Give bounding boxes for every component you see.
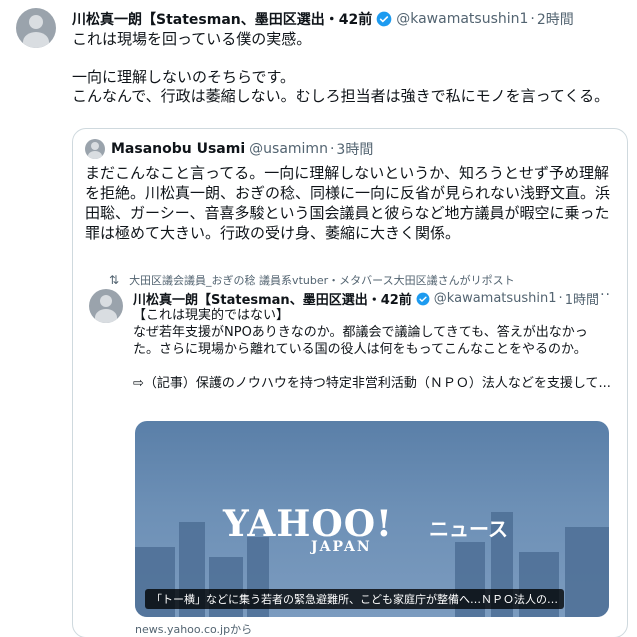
inner-author-name[interactable]: 川松真一朗【Statesman、墨田区選出・42前 [133, 289, 412, 308]
quote-avatar[interactable] [85, 139, 105, 159]
tweet[interactable]: 川松真一朗【Statesman、墨田区選出・42前 @kawamatsushin… [0, 0, 637, 637]
quote-text: まだこんなこと言ってる。一向に理解しないというか、知ろうとせず予め理解を拒絶。川… [85, 164, 611, 242]
separator-dot: · [558, 291, 563, 306]
quote-author-name[interactable]: Masanobu Usami [111, 141, 245, 157]
inner-author-handle[interactable]: @kawamatsushin1 [434, 291, 557, 306]
inner-tweet-text: 【これは現実的ではない】 なぜ若年支援がNPOありきなのか。都議会で議論してきて… [133, 308, 611, 391]
inner-tweet-header: 川松真一朗【Statesman、墨田区選出・42前 @kawamatsushin… [133, 289, 603, 308]
avatar-body [23, 32, 49, 48]
quote-header: Masanobu Usami @usamimn · 3時間 [85, 139, 373, 159]
more-options-icon[interactable]: ··· [595, 287, 611, 303]
retweet-icon: ⇅ [109, 273, 120, 287]
repost-indicator[interactable]: ⇅ 大田区議会議員_おぎの稔 議員系vtuber・メタバース大田区議さんがリポス… [109, 272, 515, 288]
avatar-body [88, 151, 102, 159]
card-skyline [565, 527, 609, 617]
author-name[interactable]: 川松真一朗【Statesman、墨田区選出・42前 [72, 9, 372, 29]
repost-label: 大田区議会議員_おぎの稔 議員系vtuber・メタバース大田区議さんがリポスト [129, 274, 515, 287]
avatar-head [100, 295, 112, 307]
verified-badge-icon [416, 292, 430, 305]
tweet-text-line-1: これは現場を回っている僕の実感。 [72, 30, 312, 48]
separator-dot: · [329, 141, 335, 157]
card-source[interactable]: news.yahoo.co.jpから [135, 621, 252, 637]
card-caption: 「トー横」などに集う若者の緊急避難所、こども家庭庁が整備へ…ＮＰＯ法人の… [145, 589, 564, 609]
yahoo-logo-japan: JAPAN [311, 539, 372, 555]
separator-dot: · [530, 11, 535, 27]
tweet-text-body: 一向に理解しないのそちらです。 こんなんで、行政は萎縮しない。むしろ担当者は強き… [72, 68, 610, 105]
tweet-header: 川松真一朗【Statesman、墨田区選出・42前 @kawamatsushin… [72, 8, 632, 30]
timestamp[interactable]: 2時間 [537, 9, 574, 29]
verified-badge-icon [376, 11, 392, 27]
avatar-head [29, 15, 43, 29]
quote-author-handle[interactable]: @usamimn [249, 141, 328, 157]
yahoo-logo-news: ニュース [429, 517, 508, 541]
quote-timestamp[interactable]: 3時間 [336, 139, 373, 159]
avatar-body [95, 309, 117, 323]
author-handle[interactable]: @kawamatsushin1 [396, 11, 528, 27]
avatar-head [91, 142, 99, 150]
inner-avatar[interactable] [89, 289, 123, 323]
avatar[interactable] [16, 8, 56, 48]
link-card[interactable]: YAHOO! JAPAN ニュース 「トー横」などに集う若者の緊急避難所、こども… [135, 421, 609, 617]
quote-tweet[interactable]: Masanobu Usami @usamimn · 3時間 まだこんなこと言って… [72, 128, 628, 637]
